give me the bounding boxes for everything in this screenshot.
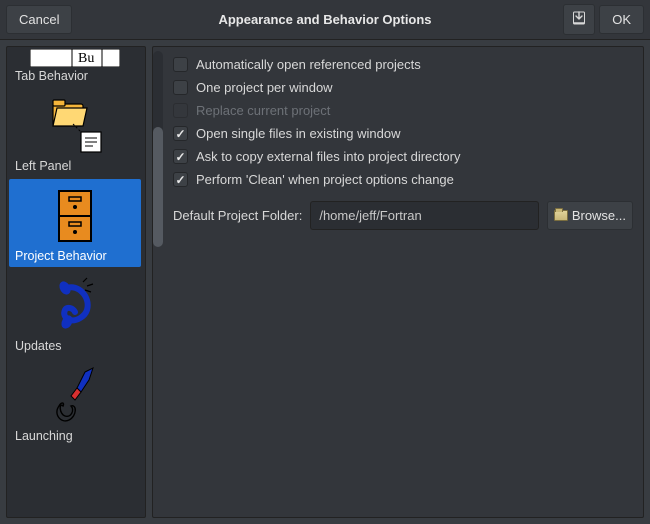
sidebar-item-left-panel[interactable]: Left Panel [9, 89, 141, 177]
checkbox-icon [173, 57, 188, 72]
phone-icon [15, 275, 135, 337]
check-perform-clean[interactable]: Perform 'Clean' when project options cha… [173, 168, 633, 191]
svg-text:Bu: Bu [78, 51, 94, 66]
sidebar-item-project-behavior[interactable]: Project Behavior [9, 179, 141, 267]
tab-icon: Bu [15, 49, 135, 67]
rocket-icon [15, 365, 135, 427]
default-folder-row: Default Project Folder: Browse... [173, 201, 633, 230]
file-cabinet-icon [15, 185, 135, 247]
sidebar: Bu Tab Behavior Left Panel [6, 46, 146, 518]
check-label: Replace current project [196, 103, 330, 118]
download-icon [572, 13, 586, 28]
check-open-single-files[interactable]: Open single files in existing window [173, 122, 633, 145]
checkbox-checked-icon [173, 126, 188, 141]
cancel-button[interactable]: Cancel [6, 5, 72, 34]
sidebar-item-label: Launching [15, 429, 73, 443]
check-label: Perform 'Clean' when project options cha… [196, 172, 454, 187]
main-panel: Automatically open referenced projects O… [152, 46, 644, 518]
check-label: Automatically open referenced projects [196, 57, 421, 72]
sidebar-item-label: Project Behavior [15, 249, 107, 263]
check-replace-current-project: Replace current project [173, 99, 633, 122]
scrollbar[interactable] [153, 51, 163, 247]
sidebar-item-launching[interactable]: Launching [9, 359, 141, 447]
check-label: Ask to copy external files into project … [196, 149, 460, 164]
checkbox-checked-icon [173, 172, 188, 187]
check-auto-open-referenced[interactable]: Automatically open referenced projects [173, 53, 633, 76]
titlebar: Cancel Appearance and Behavior Options O… [0, 0, 650, 40]
scrollbar-thumb[interactable] [153, 127, 163, 247]
import-button[interactable] [563, 4, 595, 35]
folder-label: Default Project Folder: [173, 208, 302, 223]
folder-files-icon [15, 95, 135, 157]
folder-icon [554, 210, 568, 221]
default-folder-input[interactable] [310, 201, 538, 230]
ok-button[interactable]: OK [599, 5, 644, 34]
checkbox-icon [173, 80, 188, 95]
sidebar-item-updates[interactable]: Updates [9, 269, 141, 357]
check-label: Open single files in existing window [196, 126, 401, 141]
checkbox-icon [173, 103, 188, 118]
browse-label: Browse... [572, 208, 626, 223]
browse-button[interactable]: Browse... [547, 201, 633, 230]
sidebar-item-label: Tab Behavior [15, 69, 88, 83]
check-ask-copy-external[interactable]: Ask to copy external files into project … [173, 145, 633, 168]
check-label: One project per window [196, 80, 333, 95]
sidebar-item-label: Left Panel [15, 159, 71, 173]
window-title: Appearance and Behavior Options [0, 12, 650, 27]
sidebar-item-label: Updates [15, 339, 62, 353]
check-one-project-per-window[interactable]: One project per window [173, 76, 633, 99]
checkbox-checked-icon [173, 149, 188, 164]
sidebar-item-tab-behavior[interactable]: Bu Tab Behavior [9, 49, 141, 87]
